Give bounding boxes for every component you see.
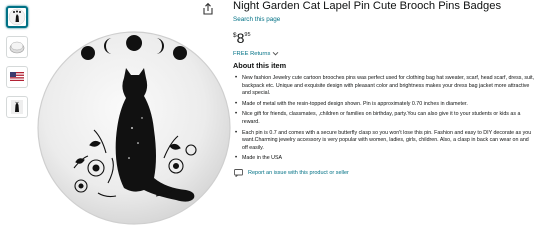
price: $ 8 95 [233, 31, 538, 45]
feature-bullet: Each pin is 0.7 and comes with a secure … [235, 130, 538, 153]
message-icon [234, 168, 243, 177]
report-issue-label: Report an issue with this product or sel… [248, 169, 349, 176]
usa-flag-thumbnail-image [10, 72, 24, 81]
feature-bullets: New fashion Jewelry cute cartoon brooche… [233, 75, 538, 163]
thumbnail-made-in-usa[interactable] [6, 66, 28, 88]
price-fraction: 95 [244, 32, 251, 38]
thumbnail-cat-pin[interactable] [6, 6, 28, 28]
free-returns-link[interactable]: FREE Returns [233, 50, 538, 57]
feature-bullet: Nice gift for friends, classmates, ,chil… [235, 111, 538, 126]
thumbnail-cat-closeup[interactable] [6, 96, 28, 118]
feature-bullet: New fashion Jewelry cute cartoon brooche… [235, 75, 538, 98]
product-info-panel: Night Garden Cat Lapel Pin Cute Brooch P… [233, 0, 538, 177]
main-product-image[interactable] [36, 18, 232, 238]
chevron-down-icon [273, 51, 279, 56]
search-page-link[interactable]: Search this page [233, 16, 538, 23]
price-whole: 8 [236, 30, 245, 46]
pin-side-thumbnail-image [9, 41, 25, 54]
share-icon[interactable] [201, 2, 215, 16]
feature-bullet: Made in the USA [235, 155, 538, 163]
thumbnail-pin-side[interactable] [6, 36, 28, 58]
about-heading: About this item [233, 61, 287, 70]
feature-bullet: Made of metal with the resin-topped desi… [235, 101, 538, 109]
report-issue-link[interactable]: Report an issue with this product or sel… [233, 168, 538, 177]
product-title: Night Garden Cat Lapel Pin Cute Brooch P… [233, 0, 502, 12]
cat-closeup-thumbnail-image [11, 100, 23, 114]
thumbnail-strip [6, 6, 30, 126]
cat-pin-thumbnail-image [8, 8, 26, 26]
free-returns-label: FREE Returns [233, 50, 271, 57]
